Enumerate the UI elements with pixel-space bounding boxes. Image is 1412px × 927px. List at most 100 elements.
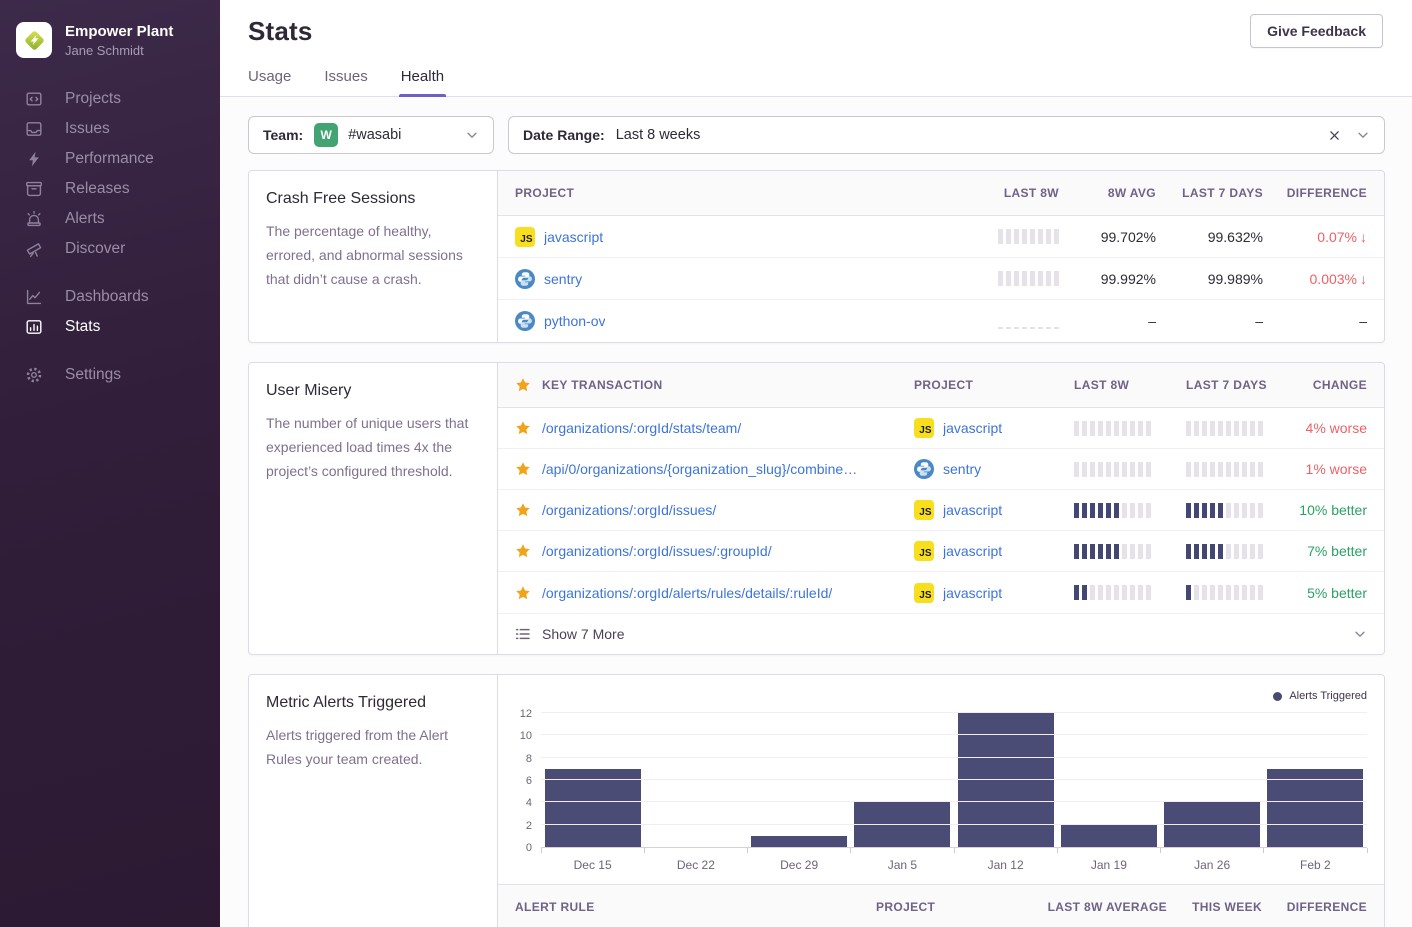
sidebar-item-label: Stats <box>65 318 100 336</box>
js-platform-icon: JS <box>914 583 934 603</box>
sidebar-item-discover[interactable]: Discover <box>0 234 220 264</box>
page-header: Stats <box>220 0 1412 47</box>
discover-icon <box>25 240 43 258</box>
sparkline <box>998 229 1059 244</box>
org-info: Empower Plant Jane Schmidt <box>65 23 173 58</box>
org-logo-icon <box>21 27 48 54</box>
table-row: JSjavascript99.702%99.632%0.07%↓ <box>498 216 1384 258</box>
bar-slot <box>1264 708 1367 847</box>
bar-slot <box>851 708 954 847</box>
dashboards-icon <box>25 288 43 306</box>
project-link[interactable]: python-ov <box>544 313 605 329</box>
project-link[interactable]: javascript <box>943 585 1002 601</box>
table-row: sentry99.992%99.989%0.003%↓ <box>498 258 1384 300</box>
bar-slot <box>541 708 644 847</box>
table-header: ProjectLast 8w8w AvgLast 7 DaysDifferenc… <box>498 171 1384 216</box>
table-row: /organizations/:orgId/stats/team/JSjavas… <box>498 408 1384 449</box>
y-axis: 024681012 <box>510 708 541 848</box>
sidebar-item-label: Alerts <box>65 210 105 228</box>
transaction-link[interactable]: /organizations/:orgId/issues/ <box>542 502 716 518</box>
sidebar-item-stats[interactable]: Stats <box>0 312 220 342</box>
sidebar-item-performance[interactable]: Performance <box>0 144 220 174</box>
js-platform-icon: JS <box>515 227 535 247</box>
user-misery-panel: User Misery The number of unique users t… <box>248 362 1385 655</box>
filter-bar: Team: W #wasabi Date Range: Last 8 weeks <box>248 116 1385 154</box>
project-link[interactable]: sentry <box>544 271 582 287</box>
star-icon[interactable] <box>515 420 531 436</box>
metric-value: – <box>1255 313 1263 329</box>
sidebar-item-settings[interactable]: Settings <box>0 360 220 390</box>
sidebar-item-dashboards[interactable]: Dashboards <box>0 282 220 312</box>
settings-icon <box>25 366 43 384</box>
tab-issues[interactable]: Issues <box>324 68 367 96</box>
chevron-down-icon[interactable] <box>1356 128 1370 142</box>
sparkline <box>1186 544 1282 559</box>
performance-icon <box>25 150 43 168</box>
transaction-link[interactable]: /organizations/:orgId/issues/:groupId/ <box>542 543 772 559</box>
metric-alerts-description: Metric Alerts Triggered Alerts triggered… <box>249 675 498 927</box>
date-range-value: Last 8 weeks <box>616 127 701 143</box>
column-header-last-7-days: Last 7 Days <box>1186 378 1282 392</box>
sidebar-item-projects[interactable]: Projects <box>0 84 220 114</box>
sparkline <box>998 271 1059 286</box>
project-link[interactable]: javascript <box>943 420 1002 436</box>
sparkline <box>1074 421 1186 436</box>
project-link[interactable]: sentry <box>943 461 981 477</box>
crash-free-sessions-panel: Crash Free Sessions The percentage of he… <box>248 170 1385 343</box>
sidebar-nav: Projects IssuesPerformanceReleases Alerts D… <box>0 84 220 390</box>
chevron-down-icon[interactable] <box>465 128 479 142</box>
team-avatar: W <box>314 123 338 147</box>
bar-slot <box>644 708 747 847</box>
metric-value: 99.702% <box>1101 229 1156 245</box>
transaction-link[interactable]: /organizations/:orgId/alerts/rules/detai… <box>542 585 832 601</box>
date-range-label: Date Range: <box>523 127 605 143</box>
column-header-difference: Difference <box>1287 186 1367 200</box>
sidebar-item-releases[interactable]: Releases <box>0 174 220 204</box>
sidebar-item-label: Settings <box>65 366 121 384</box>
transaction-link[interactable]: /api/0/organizations/{organization_slug}… <box>542 461 857 477</box>
table-body: /organizations/:orgId/stats/team/JS javas… <box>498 408 1384 613</box>
transaction-link[interactable]: /organizations/:orgId/stats/team/ <box>542 420 741 436</box>
star-icon <box>515 377 531 393</box>
date-range-select[interactable]: Date Range: Last 8 weeks <box>508 116 1385 154</box>
x-tick-label: Jan 19 <box>1057 858 1160 872</box>
y-tick-label: 0 <box>526 842 532 854</box>
column-header-project: Project <box>876 900 1017 914</box>
org-user-name: Jane Schmidt <box>65 43 173 58</box>
column-header-this-week: This Week <box>1192 900 1262 914</box>
table-row: /organizations/:orgId/alerts/rules/detai… <box>498 572 1384 613</box>
legend-dot-icon <box>1273 692 1282 701</box>
project-link[interactable]: javascript <box>943 502 1002 518</box>
sparkline <box>1186 503 1282 518</box>
tab-bar: Usage Issues Health <box>220 68 1412 97</box>
give-feedback-button[interactable]: Give Feedback <box>1250 14 1383 48</box>
org-switcher[interactable]: Empower Plant Jane Schmidt <box>0 0 220 78</box>
chart-bar-jan-19 <box>1061 825 1157 847</box>
show-more-button[interactable]: Show 7 More <box>498 613 1384 654</box>
chart-bar-jan-12 <box>958 713 1054 847</box>
project-link[interactable]: javascript <box>943 543 1002 559</box>
star-icon[interactable] <box>515 461 531 477</box>
sidebar-item-issues[interactable]: Issues <box>0 114 220 144</box>
chart-bar-dec-29 <box>751 836 847 847</box>
difference-value: 0.003%↓ <box>1310 271 1367 287</box>
sidebar-item-alerts[interactable]: Alerts <box>0 204 220 234</box>
list-icon <box>515 626 531 642</box>
sparkline <box>1186 462 1282 477</box>
change-value: 7% better <box>1307 543 1367 559</box>
y-tick-label: 10 <box>520 730 532 742</box>
bar-slot <box>1161 708 1264 847</box>
star-icon[interactable] <box>515 585 531 601</box>
star-icon[interactable] <box>515 543 531 559</box>
sidebar-item-label: Projects <box>65 90 121 108</box>
clear-date-icon[interactable] <box>1328 129 1341 142</box>
tab-usage[interactable]: Usage <box>248 68 291 96</box>
team-select[interactable]: Team: W #wasabi <box>248 116 494 154</box>
tab-health[interactable]: Health <box>401 68 444 96</box>
star-icon[interactable] <box>515 502 531 518</box>
project-link[interactable]: javascript <box>544 229 603 245</box>
sparkline <box>998 314 1059 329</box>
chart-legend[interactable]: Alerts Triggered <box>510 688 1367 704</box>
change-value: 10% better <box>1299 502 1367 518</box>
alerts-icon <box>25 210 43 228</box>
